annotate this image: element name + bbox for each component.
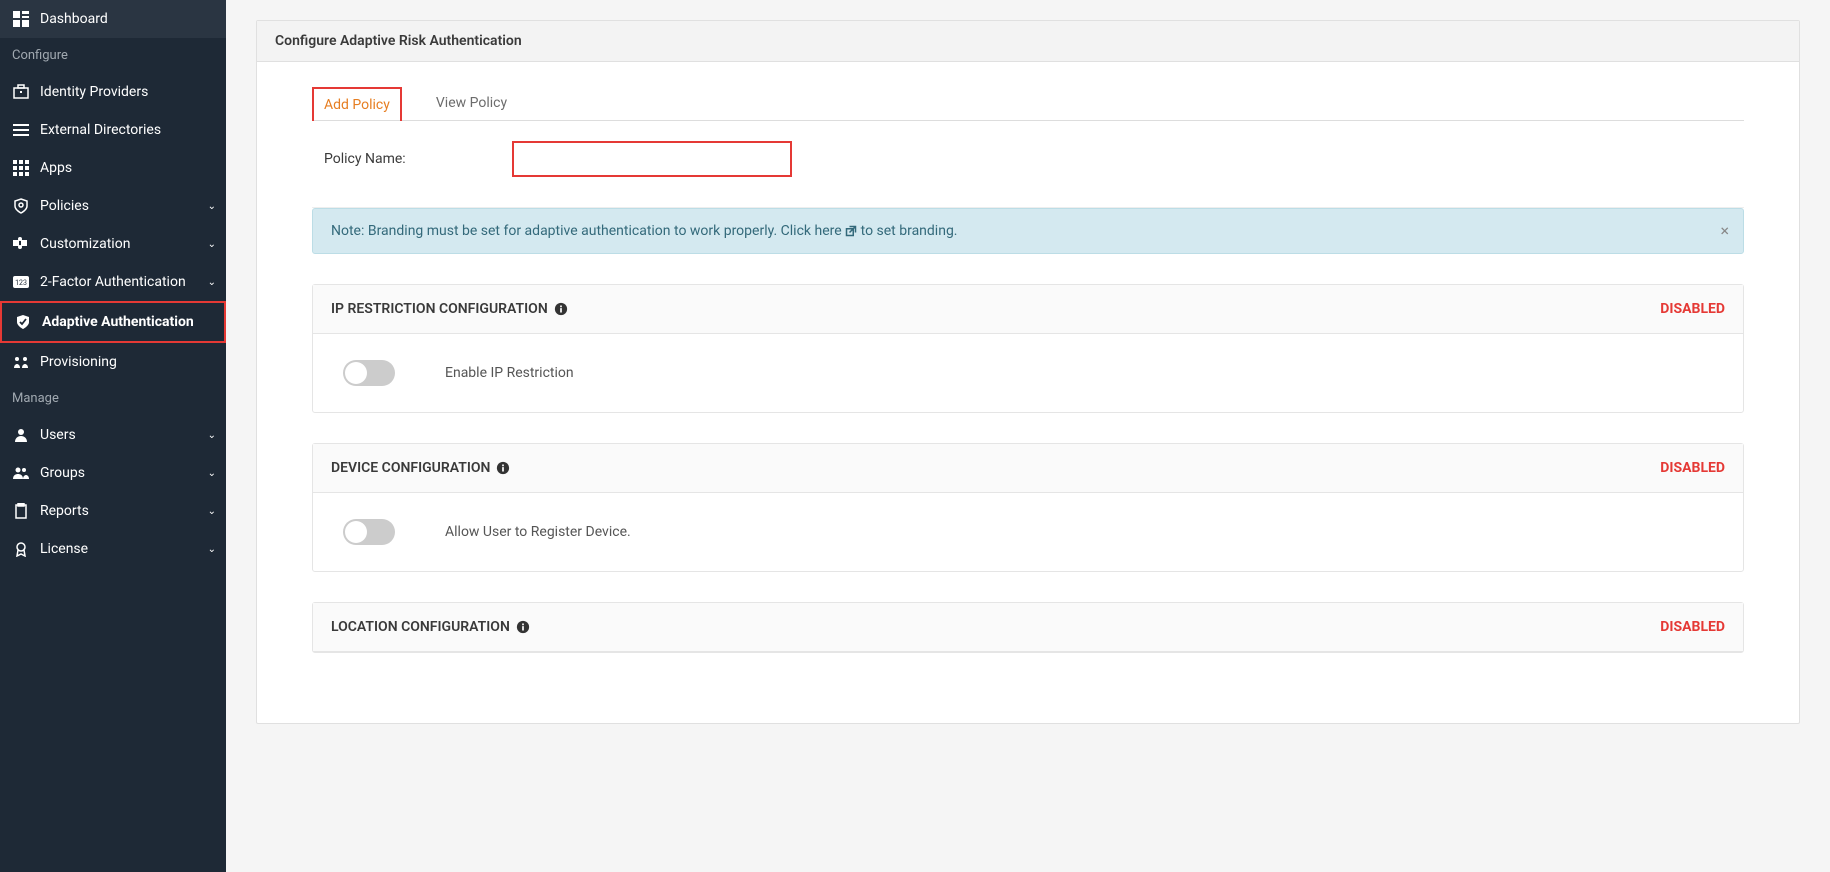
location-config-status: DISABLED — [1660, 619, 1725, 635]
sidebar-item-label: Identity Providers — [40, 84, 148, 100]
tabs: Add Policy View Policy — [312, 87, 1744, 121]
branding-alert: Note: Branding must be set for adaptive … — [312, 208, 1744, 254]
info-icon[interactable] — [554, 302, 568, 316]
puzzle-icon — [12, 235, 30, 253]
ip-restriction-toggle-label: Enable IP Restriction — [445, 365, 574, 381]
device-config-toggle-label: Allow User to Register Device. — [445, 524, 631, 540]
location-config-title: LOCATION CONFIGURATION — [331, 619, 510, 635]
location-config-card: LOCATION CONFIGURATION DISABLED — [312, 602, 1744, 653]
link-text: here — [814, 223, 841, 239]
policy-name-input[interactable] — [512, 141, 792, 177]
device-config-toggle[interactable] — [343, 519, 395, 545]
card-body: Add Policy View Policy Policy Name: Note… — [257, 62, 1799, 723]
sidebar-item-customization[interactable]: Customization ⌄ — [0, 225, 226, 263]
sidebar-item-label: Users — [40, 427, 76, 443]
chevron-down-icon: ⌄ — [208, 239, 216, 250]
ip-restriction-toggle[interactable] — [343, 360, 395, 386]
shield-check-icon — [14, 313, 32, 331]
device-config-card: DEVICE CONFIGURATION DISABLED Allow User… — [312, 443, 1744, 572]
location-config-header: LOCATION CONFIGURATION DISABLED — [313, 603, 1743, 652]
policy-name-label: Policy Name: — [312, 151, 512, 167]
sidebar-item-label: Adaptive Authentication — [42, 314, 194, 330]
sidebar-item-label: Dashboard — [40, 11, 108, 27]
sync-users-icon — [12, 353, 30, 371]
info-icon[interactable] — [496, 461, 510, 475]
shield-search-icon — [12, 197, 30, 215]
sidebar-item-provisioning[interactable]: Provisioning — [0, 343, 226, 381]
sidebar-item-apps[interactable]: Apps — [0, 149, 226, 187]
chevron-down-icon: ⌄ — [208, 544, 216, 555]
sidebar-item-label: Groups — [40, 465, 85, 481]
device-config-header: DEVICE CONFIGURATION DISABLED — [313, 444, 1743, 493]
device-config-title: DEVICE CONFIGURATION — [331, 460, 490, 476]
chevron-down-icon: ⌄ — [208, 468, 216, 479]
sidebar-item-2factor[interactable]: 123 2-Factor Authentication ⌄ — [0, 263, 226, 301]
sidebar-section-manage: Manage — [0, 381, 226, 416]
sidebar-item-groups[interactable]: Groups ⌄ — [0, 454, 226, 492]
alert-text-before: Branding must be set for adaptive authen… — [364, 223, 814, 239]
external-link-icon — [845, 225, 857, 237]
clipboard-icon — [12, 502, 30, 520]
sidebar-item-license[interactable]: License ⌄ — [0, 530, 226, 568]
ip-restriction-title: IP RESTRICTION CONFIGURATION — [331, 301, 548, 317]
sidebar-item-users[interactable]: Users ⌄ — [0, 416, 226, 454]
sidebar: Dashboard Configure Identity Providers E… — [0, 0, 226, 872]
briefcase-icon — [12, 83, 30, 101]
chevron-down-icon: ⌄ — [208, 201, 216, 212]
device-config-status: DISABLED — [1660, 460, 1725, 476]
main-content: Configure Adaptive Risk Authentication A… — [226, 0, 1830, 872]
main-card: Configure Adaptive Risk Authentication A… — [256, 20, 1800, 724]
ip-restriction-card: IP RESTRICTION CONFIGURATION DISABLED En… — [312, 284, 1744, 413]
branding-link[interactable]: here — [814, 223, 857, 239]
svg-text:123: 123 — [15, 279, 27, 287]
award-icon — [12, 540, 30, 558]
sidebar-item-label: 2-Factor Authentication — [40, 274, 186, 290]
chevron-down-icon: ⌄ — [208, 430, 216, 441]
group-icon — [12, 464, 30, 482]
chevron-down-icon: ⌄ — [208, 277, 216, 288]
location-config-title-wrap: LOCATION CONFIGURATION — [331, 619, 530, 635]
list-icon — [12, 121, 30, 139]
sidebar-item-reports[interactable]: Reports ⌄ — [0, 492, 226, 530]
sidebar-item-identity-providers[interactable]: Identity Providers — [0, 73, 226, 111]
chevron-down-icon: ⌄ — [208, 506, 216, 517]
device-config-body: Allow User to Register Device. — [313, 493, 1743, 571]
policy-name-row: Policy Name: — [312, 121, 1744, 208]
sidebar-item-label: External Directories — [40, 122, 161, 138]
sidebar-item-label: Provisioning — [40, 354, 117, 370]
alert-note-label: Note: — [331, 223, 364, 239]
sidebar-item-dashboard[interactable]: Dashboard — [0, 0, 226, 38]
ip-restriction-status: DISABLED — [1660, 301, 1725, 317]
page-title: Configure Adaptive Risk Authentication — [257, 21, 1799, 62]
sidebar-item-label: Customization — [40, 236, 130, 252]
grid-icon — [12, 159, 30, 177]
sidebar-item-label: Reports — [40, 503, 89, 519]
user-icon — [12, 426, 30, 444]
alert-close-button[interactable]: × — [1720, 221, 1729, 240]
device-config-title-wrap: DEVICE CONFIGURATION — [331, 460, 510, 476]
tab-add-policy[interactable]: Add Policy — [312, 87, 402, 121]
badge-icon: 123 — [12, 273, 30, 291]
dashboard-icon — [12, 10, 30, 28]
ip-restriction-header: IP RESTRICTION CONFIGURATION DISABLED — [313, 285, 1743, 334]
sidebar-item-external-directories[interactable]: External Directories — [0, 111, 226, 149]
ip-restriction-title-wrap: IP RESTRICTION CONFIGURATION — [331, 301, 568, 317]
ip-restriction-body: Enable IP Restriction — [313, 334, 1743, 412]
sidebar-item-label: Policies — [40, 198, 89, 214]
sidebar-item-adaptive-auth[interactable]: Adaptive Authentication — [0, 301, 226, 343]
info-icon[interactable] — [516, 620, 530, 634]
sidebar-item-label: Apps — [40, 160, 72, 176]
sidebar-section-configure: Configure — [0, 38, 226, 73]
alert-text-after: to set branding. — [857, 223, 957, 239]
tab-view-policy[interactable]: View Policy — [426, 87, 517, 120]
sidebar-item-policies[interactable]: Policies ⌄ — [0, 187, 226, 225]
sidebar-item-label: License — [40, 541, 88, 557]
